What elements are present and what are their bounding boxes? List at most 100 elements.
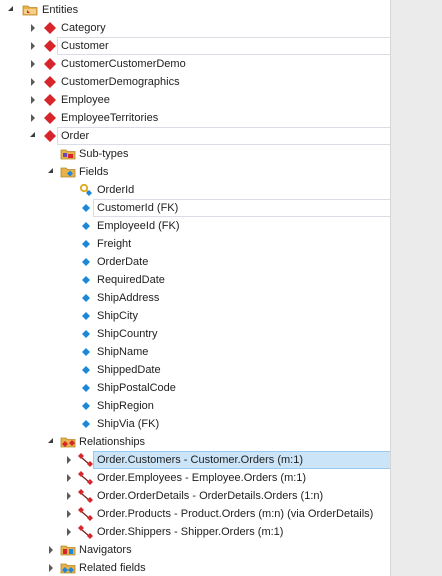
tree-node-relationships[interactable]: Relationships [0,433,390,451]
tree-node-label: ShipCountry [97,328,158,340]
tree-node-label: Fields [79,166,109,178]
field-diamond-icon [78,290,94,306]
tree-node-label: ShippedDate [97,364,161,376]
tree-node-label: EmployeeTerritories [61,112,159,124]
tree-node-field-pk[interactable]: OrderId [0,181,390,199]
tree-node-label: Order [61,130,90,142]
tree-node-label: CustomerId (FK) [97,202,179,214]
tree-node-label: Order.Products - Product.Orders (m:n) (v… [97,508,374,520]
side-panel [390,0,442,576]
expand-toggle-icon[interactable] [30,96,38,104]
tree-node-relationship[interactable]: Order.Employees - Employee.Orders (m:1) [0,469,390,487]
relationship-icon [78,470,94,486]
expand-toggle-icon[interactable] [30,132,38,140]
app-window: Entities Category Customer CustomerCusto… [0,0,442,576]
expand-toggle-icon[interactable] [48,438,56,446]
tree-node-label: Related fields [79,562,146,574]
tree-node-entity[interactable]: CustomerCustomerDemo [0,55,390,73]
tree-node-label: Relationships [79,436,146,448]
expand-toggle-icon[interactable] [30,78,38,86]
tree-node-field[interactable]: RequiredDate [0,271,390,289]
expand-toggle-icon[interactable] [66,528,74,536]
expand-toggle-icon[interactable] [30,114,38,122]
field-diamond-icon [78,398,94,414]
tree-node-related-fields[interactable]: Related fields [0,559,390,576]
expand-toggle-icon[interactable] [30,42,38,50]
tree-node-label: ShipCity [97,310,138,322]
tree-node-entities[interactable]: Entities [0,1,390,19]
tree-node-field[interactable]: ShipAddress [0,289,390,307]
tree-node-fields[interactable]: Fields [0,163,390,181]
field-diamond-icon [78,308,94,324]
relationship-icon [78,488,94,504]
tree-node-subtypes[interactable]: Sub-types [0,145,390,163]
tree-node-label: RequiredDate [97,274,165,286]
tree-node-label: ShipAddress [97,292,160,304]
tree-node-label: Order.Employees - Employee.Orders (m:1) [97,472,307,484]
expand-toggle-icon[interactable] [30,24,38,32]
entity-diamond-icon [42,92,58,108]
tree-node-label: Entities [42,4,79,16]
tree-node-field[interactable]: ShipName [0,343,390,361]
entities-folder-icon [22,2,38,18]
tree-node-entity[interactable]: EmployeeTerritories [0,109,390,127]
expand-toggle-icon[interactable] [48,546,56,554]
tree-node-field[interactable]: CustomerId (FK) [0,199,390,217]
tree-node-label: CustomerCustomerDemo [61,58,186,70]
tree-node-label: Customer [61,40,109,52]
field-diamond-icon [78,380,94,396]
related-fields-folder-icon [60,560,76,576]
tree-node-field[interactable]: ShipVia (FK) [0,415,390,433]
tree-node-field[interactable]: OrderDate [0,253,390,271]
expand-toggle-icon[interactable] [66,492,74,500]
expand-toggle-icon[interactable] [66,510,74,518]
expand-toggle-icon[interactable] [48,168,56,176]
tree-node-entity[interactable]: Employee [0,91,390,109]
tree-node-relationship[interactable]: Order.OrderDetails - OrderDetails.Orders… [0,487,390,505]
tree-node-relationship[interactable]: Order.Products - Product.Orders (m:n) (v… [0,505,390,523]
tree-node-label: ShipVia (FK) [97,418,160,430]
field-diamond-icon [78,236,94,252]
tree-node-label: Order.Customers - Customer.Orders (m:1) [97,454,303,466]
fields-folder-icon [60,164,76,180]
entity-tree[interactable]: Entities Category Customer CustomerCusto… [0,0,390,576]
tree-node-entity-order[interactable]: Order [0,127,390,145]
tree-node-field[interactable]: ShipCity [0,307,390,325]
tree-node-navigators[interactable]: Navigators [0,541,390,559]
expand-toggle-icon[interactable] [30,60,38,68]
tree-node-label: Category [61,22,106,34]
tree-node-label: Employee [61,94,110,106]
tree-node-label: ShipPostalCode [97,382,176,394]
navigators-folder-icon [60,542,76,558]
primary-key-field-icon [78,182,94,198]
tree-node-label: Sub-types [79,148,129,160]
field-diamond-icon [78,326,94,342]
tree-node-label: OrderDate [97,256,149,268]
tree-node-field[interactable]: EmployeeId (FK) [0,217,390,235]
tree-node-label: Freight [97,238,132,250]
tree-node-field[interactable]: ShipPostalCode [0,379,390,397]
expand-toggle-icon[interactable] [66,456,74,464]
tree-node-label: ShipName [97,346,149,358]
tree-node-field[interactable]: ShipCountry [0,325,390,343]
expand-toggle-icon[interactable] [66,474,74,482]
entity-diamond-icon [42,128,58,144]
field-diamond-icon [78,344,94,360]
subtypes-folder-icon [60,146,76,162]
tree-node-field[interactable]: ShippedDate [0,361,390,379]
relationship-icon [78,524,94,540]
entity-diamond-icon [42,56,58,72]
tree-node-field[interactable]: ShipRegion [0,397,390,415]
tree-node-label: CustomerDemographics [61,76,180,88]
tree-node-relationship-selected[interactable]: Order.Customers - Customer.Orders (m:1) [0,451,390,469]
expand-toggle-icon[interactable] [48,564,56,572]
tree-node-entity[interactable]: Category [0,19,390,37]
expand-toggle-icon[interactable] [8,6,16,14]
tree-node-field[interactable]: Freight [0,235,390,253]
tree-node-entity[interactable]: Customer [0,37,390,55]
entity-diamond-icon [42,20,58,36]
tree-node-label: OrderId [97,184,135,196]
tree-node-entity[interactable]: CustomerDemographics [0,73,390,91]
tree-node-relationship[interactable]: Order.Shippers - Shipper.Orders (m:1) [0,523,390,541]
field-diamond-icon [78,416,94,432]
